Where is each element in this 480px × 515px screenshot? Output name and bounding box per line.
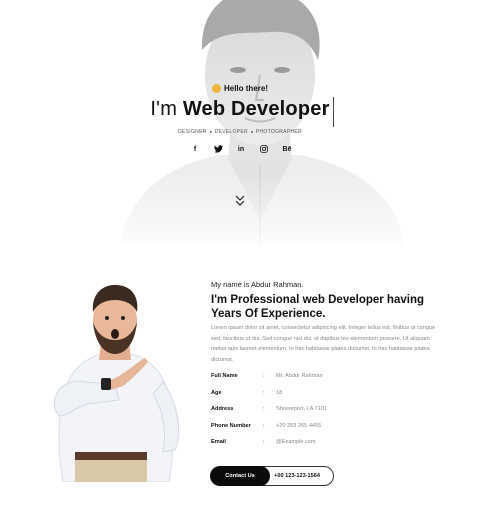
info-separator: : [263,389,265,396]
linkedin-icon[interactable]: in [235,143,247,155]
headline-prefix: I'm [150,98,183,120]
headline-role: Web Developer [182,98,330,120]
info-row-age: Age : 18 [211,390,441,407]
info-label: Full Name [211,373,238,379]
info-value: 18 [276,389,283,396]
hero-headline: I'm Web Developer [0,98,480,121]
waving-hand-icon [211,84,221,93]
intro-text: My name is Abdur Rahman. [211,280,304,289]
contact-actions: Contact Us +00 123-123-1564 [210,466,334,486]
info-separator: : [263,439,265,445]
about-paragraph: Lorem ipsum dolor sit amet, consectetur … [211,325,436,363]
info-separator: : [263,406,265,412]
contact-us-button[interactable]: Contact Us [210,466,270,486]
twitter-icon[interactable] [212,143,224,155]
behance-icon[interactable]: Bē [281,143,293,155]
info-label: Email [211,439,226,445]
profile-photo [53,284,180,482]
info-value: Shreveport, LA 7101 [276,406,328,412]
role-item: DEVELOPER [214,129,248,135]
role-item: DESIGNER [178,129,207,135]
greeting: Hello there! [0,84,480,93]
greeting-text: Hello there! [223,84,268,93]
about-title: I'm Professional web Developer having Ye… [211,294,424,320]
role-separator [250,130,253,133]
info-row-email: Email : @Example.com [211,439,441,456]
scroll-down-chevron-icon[interactable] [234,194,246,208]
info-separator: : [263,422,265,429]
hero-section: Hello there! I'm Web Developer DESIGNER D… [0,0,480,246]
typing-cursor [333,97,334,127]
info-row-address: Address : Shreveport, LA 7101 [211,406,441,423]
instagram-icon[interactable] [258,143,270,155]
info-label: Phone Number [211,422,251,429]
facebook-icon[interactable]: f [189,143,201,155]
info-row-full-name: Full Name : Mr. Abdur Rahman [211,373,441,390]
info-row-phone-number: Phone Number : +20 253 265 4455 [211,423,441,440]
personal-info-list: Full Name : Mr. Abdur Rahman Age : 18 Ad… [211,373,441,456]
roles-list: DESIGNER DEVELOPER PHOTOGRAPHER [0,129,480,135]
social-links: f in Bē [189,143,293,155]
hero-fade-overlay [0,0,480,246]
info-label: Age [211,389,222,396]
info-label: Address [211,406,234,412]
role-item: PHOTOGRAPHER [255,129,302,135]
info-value: +20 253 265 4455 [276,422,322,429]
info-value: @Example.com [276,439,316,445]
role-separator [209,130,212,133]
info-value: Mr. Abdur Rahman [276,373,323,379]
info-separator: : [263,373,265,379]
